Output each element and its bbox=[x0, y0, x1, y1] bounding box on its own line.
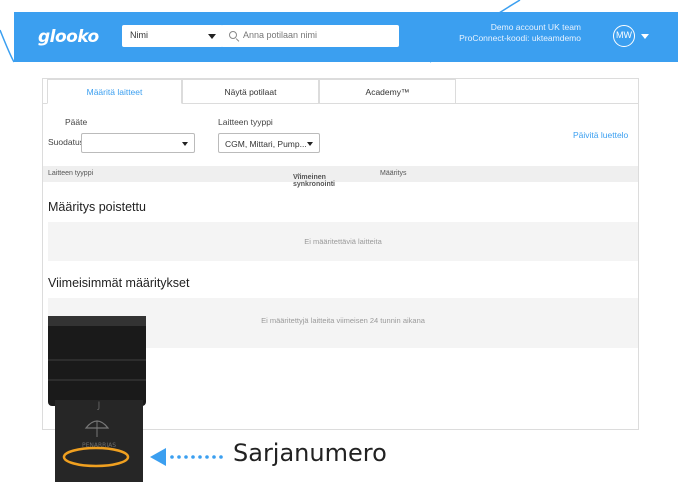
account-menu-chevron-icon[interactable] bbox=[641, 34, 649, 39]
top-navigation-bar: glooko Nimi Anna potilaan nimi Demo acco… bbox=[14, 12, 678, 62]
tab-view-patients[interactable]: Näytä potilaat bbox=[182, 79, 319, 104]
glooko-logo[interactable]: glooko bbox=[38, 27, 99, 47]
column-device-type[interactable]: Laitteen tyyppi bbox=[48, 170, 93, 177]
device-select[interactable] bbox=[81, 133, 195, 153]
empty-state-recent: Ei määritettyjä laitteita viimeisen 24 t… bbox=[48, 298, 638, 348]
device-type-label: Laitteen tyyppi bbox=[218, 117, 273, 127]
proconnect-code: ProConnect-koodi: ukteamdemo bbox=[459, 33, 581, 43]
search-type-select[interactable]: Nimi bbox=[122, 25, 223, 47]
account-name: Demo account UK team bbox=[490, 22, 581, 32]
arrow-left-icon bbox=[150, 448, 166, 466]
serial-number-label: Sarjanumero bbox=[233, 439, 387, 467]
search-type-value: Nimi bbox=[130, 30, 148, 40]
account-info: Demo account UK team ProConnect-koodi: u… bbox=[459, 22, 581, 44]
refresh-list-link[interactable]: Päivitä luettelo bbox=[573, 130, 628, 140]
device-filter-label: Pääte bbox=[65, 117, 88, 127]
section-title-recent: Viimeisimmät määritykset bbox=[48, 276, 190, 290]
section-title-removed: Määritys poistettu bbox=[48, 200, 146, 214]
tab-academy[interactable]: Academy™ bbox=[319, 79, 456, 104]
device-print-text: PENARRIAS bbox=[82, 442, 116, 449]
column-assignment[interactable]: Määritys bbox=[380, 170, 406, 177]
device-type-select[interactable]: CGM, Mittari, Pump... bbox=[218, 133, 320, 153]
avatar[interactable]: MW bbox=[613, 25, 635, 47]
device-type-value: CGM, Mittari, Pump... bbox=[225, 139, 307, 149]
sort-desc-icon bbox=[295, 174, 301, 177]
search-placeholder: Anna potilaan nimi bbox=[243, 30, 318, 40]
tab-bar: Määritä laitteet Näytä potilaat Academy™ bbox=[43, 79, 638, 104]
device-setup-panel: Määritä laitteet Näytä potilaat Academy™… bbox=[42, 78, 639, 430]
chevron-down-icon bbox=[208, 34, 216, 39]
tab-configure-devices[interactable]: Määritä laitteet bbox=[47, 79, 182, 104]
chevron-down-icon bbox=[182, 142, 188, 146]
table-header: Laitteen tyyppi Viimeinen synkronointi M… bbox=[43, 166, 638, 188]
empty-state-removed: Ei määritettäviä laitteita bbox=[48, 222, 638, 261]
filter-label: Suodatus bbox=[48, 137, 84, 147]
dotted-leader-line bbox=[170, 455, 223, 459]
search-icon bbox=[229, 31, 237, 39]
chevron-down-icon bbox=[307, 142, 313, 146]
serial-highlight-ellipse bbox=[62, 446, 130, 468]
patient-search-input[interactable]: Anna potilaan nimi bbox=[221, 25, 399, 47]
